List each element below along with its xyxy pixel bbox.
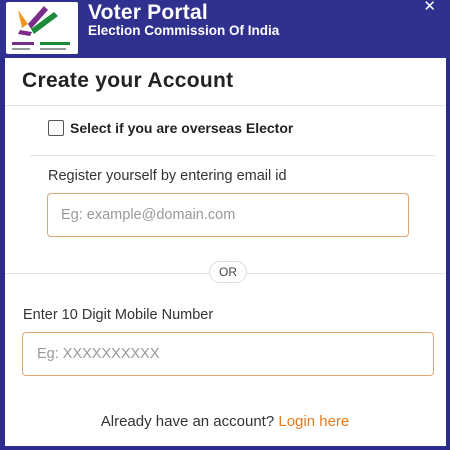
overseas-label: Select if you are overseas Elector — [70, 120, 294, 136]
page-title: Create your Account — [22, 69, 234, 92]
portal-title: Voter Portal — [88, 1, 208, 24]
portal-subtitle: Election Commission Of India — [88, 23, 280, 38]
overseas-elector-option[interactable]: Select if you are overseas Elector — [48, 120, 293, 136]
window-frame-bottom — [0, 446, 450, 450]
login-link[interactable]: Login here — [278, 413, 349, 430]
login-prompt-text: Already have an account? — [100, 413, 279, 430]
email-label: Register yourself by entering email id — [48, 168, 287, 184]
or-separator: OR — [209, 261, 247, 283]
login-prompt: Already have an account? Login here — [0, 413, 450, 430]
portal-header: Voter Portal Election Commission Of Indi… — [0, 0, 450, 58]
eci-logo-icon — [6, 2, 78, 54]
mobile-number-field[interactable] — [22, 332, 434, 376]
window-frame-right — [446, 0, 450, 450]
title-divider — [5, 105, 445, 106]
window-frame-left — [0, 0, 5, 450]
close-icon[interactable]: ✕ — [423, 0, 436, 14]
email-field[interactable] — [47, 193, 409, 237]
mobile-label: Enter 10 Digit Mobile Number — [23, 307, 214, 323]
overseas-checkbox[interactable] — [48, 120, 64, 136]
section-divider — [30, 155, 435, 156]
